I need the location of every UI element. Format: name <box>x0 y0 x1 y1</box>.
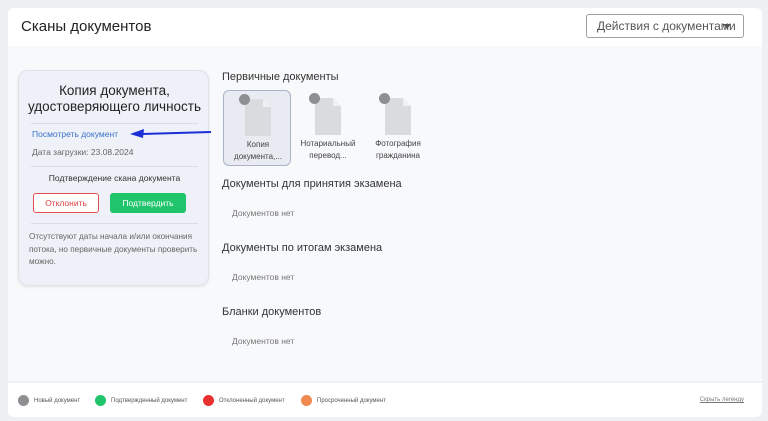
caret-down-icon <box>723 24 731 29</box>
card-title: Копия документа, удостоверяющего личност… <box>27 83 202 114</box>
status-dot-new <box>379 93 390 104</box>
doc-tile-notarial-translation[interactable]: Нотариальный перевод... <box>294 90 362 166</box>
section-title-blanks: Бланки документов <box>222 306 322 318</box>
status-legend: Новый документ Подтвержденный документ О… <box>8 383 762 417</box>
document-file-icon <box>245 99 271 136</box>
annotation-arrow-icon <box>130 129 212 138</box>
card-note: Отсутствуют даты начала и/или окончания … <box>29 232 198 266</box>
legend-item-new: Новый документ <box>18 395 80 406</box>
confirm-button[interactable]: Подтвердить <box>110 193 186 213</box>
legend-dot-icon <box>301 395 312 406</box>
doc-label: Нотариальный перевод... <box>300 139 356 160</box>
legend-item-confirmed: Подтвержденный документ <box>95 395 187 406</box>
doc-tile-id-copy[interactable]: Копия документа,... <box>223 90 291 166</box>
section-title-exam-admission: Документы для принятия экзамена <box>222 178 402 190</box>
legend-dot-icon <box>18 395 29 406</box>
legend-item-overdue: Просроченный документ <box>301 395 386 406</box>
empty-state-text: Документов нет <box>232 336 295 346</box>
section-title-primary: Первичные документы <box>222 71 339 83</box>
legend-item-rejected: Отклоненный документ <box>203 395 285 406</box>
page-header: Сканы документов Действия с документами <box>8 8 762 46</box>
doc-label: Фотография гражданина <box>375 139 421 160</box>
empty-state-text: Документов нет <box>232 272 295 282</box>
hide-legend-link[interactable]: Скрыть легенду <box>700 397 744 403</box>
empty-state-text: Документов нет <box>232 208 295 218</box>
legend-label: Просроченный документ <box>317 397 386 404</box>
upload-date: Дата загрузки: 23.08.2024 <box>32 147 134 157</box>
legend-dot-icon <box>203 395 214 406</box>
status-dot-new <box>309 93 320 104</box>
legend-label: Подтвержденный документ <box>111 397 188 404</box>
doc-tile-citizen-photo[interactable]: Фотография гражданина <box>364 90 432 166</box>
legend-label: Новый документ <box>34 397 81 404</box>
document-actions-dropdown[interactable]: Действия с документами <box>586 14 744 38</box>
legend-label: Отклоненный документ <box>219 397 285 404</box>
document-actions-label: Действия с документами <box>597 19 736 33</box>
page-title: Сканы документов <box>21 18 152 35</box>
doc-label: Копия документа,... <box>234 140 282 161</box>
view-document-link[interactable]: Посмотреть документ <box>32 129 118 139</box>
divider <box>31 223 198 224</box>
reject-button[interactable]: Отклонить <box>33 193 99 213</box>
legend-dot-icon <box>95 395 106 406</box>
divider <box>31 166 198 167</box>
confirm-title: Подтверждение скана документа <box>48 173 181 183</box>
document-file-icon <box>315 98 341 135</box>
main-content: Копия документа, удостоверяющего личност… <box>8 46 762 381</box>
document-file-icon <box>385 98 411 135</box>
section-title-exam-results: Документы по итогам экзамена <box>222 242 383 254</box>
status-dot-new <box>239 94 250 105</box>
document-detail-card: Копия документа, удостоверяющего личност… <box>18 70 209 286</box>
